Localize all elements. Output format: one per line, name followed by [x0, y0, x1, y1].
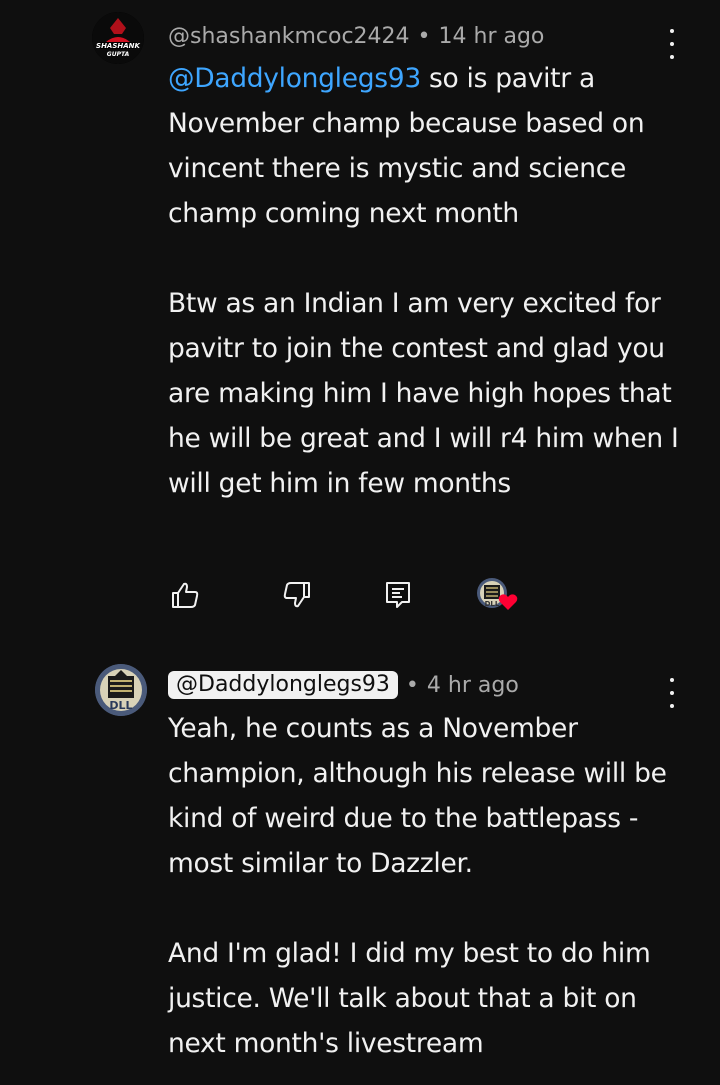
comment-paragraph: @Daddylonglegs93 so is pavitr a November… — [168, 56, 688, 236]
comment-text: Yeah, he counts as a November champion, … — [168, 706, 688, 1066]
dot-icon — [670, 678, 674, 682]
author-avatar[interactable]: DLL — [95, 664, 147, 716]
separator-dot: • — [405, 672, 419, 698]
comment-time: 14 hr ago — [438, 23, 545, 49]
dot-icon — [670, 691, 674, 695]
creator-heart: DLL — [476, 577, 518, 615]
comment-actions: DLL — [0, 577, 720, 620]
comment-header: @shashankmcoc2424 • 14 hr ago — [168, 20, 544, 52]
comment-paragraph: Yeah, he counts as a November champion, … — [168, 713, 667, 879]
dislike-button[interactable] — [282, 580, 312, 610]
svg-text:SHASHANK: SHASHANK — [96, 42, 140, 50]
svg-text:DLL: DLL — [109, 699, 132, 712]
thumbs-up-icon — [172, 582, 199, 608]
thumbs-down-icon — [283, 582, 310, 608]
reply-icon — [386, 582, 410, 608]
avatar-image: DLL — [95, 664, 147, 716]
like-button[interactable] — [170, 580, 200, 610]
comment-1: SHASHANK GUPTA @shashankmcoc2424 • 14 hr… — [0, 0, 720, 640]
heart-icon — [498, 594, 518, 610]
comment-paragraph: Btw as an Indian I am very excited for p… — [168, 288, 679, 499]
separator-dot: • — [417, 23, 431, 49]
avatar-image: SHASHANK GUPTA — [92, 12, 144, 64]
author-avatar[interactable]: SHASHANK GUPTA — [92, 12, 144, 64]
comment-paragraph: And I'm glad! I did my best to do him ju… — [168, 938, 651, 1059]
mention-link[interactable]: @Daddylonglegs93 — [168, 63, 421, 94]
comment-2: DLL @Daddylonglegs93 • 4 hr ago Yeah, he… — [0, 640, 720, 1085]
dot-icon — [670, 29, 674, 33]
more-options-button[interactable] — [660, 29, 684, 59]
dot-icon — [670, 42, 674, 46]
svg-text:GUPTA: GUPTA — [107, 51, 130, 58]
reply-button[interactable] — [383, 580, 413, 610]
comment-text: @Daddylonglegs93 so is pavitr a November… — [168, 56, 688, 506]
comment-time: 4 hr ago — [426, 672, 519, 698]
author-name[interactable]: @shashankmcoc2424 — [168, 24, 410, 49]
comment-header: @Daddylonglegs93 • 4 hr ago — [168, 669, 519, 701]
more-options-button[interactable] — [660, 678, 684, 708]
creator-handle-badge[interactable]: @Daddylonglegs93 — [168, 671, 398, 699]
